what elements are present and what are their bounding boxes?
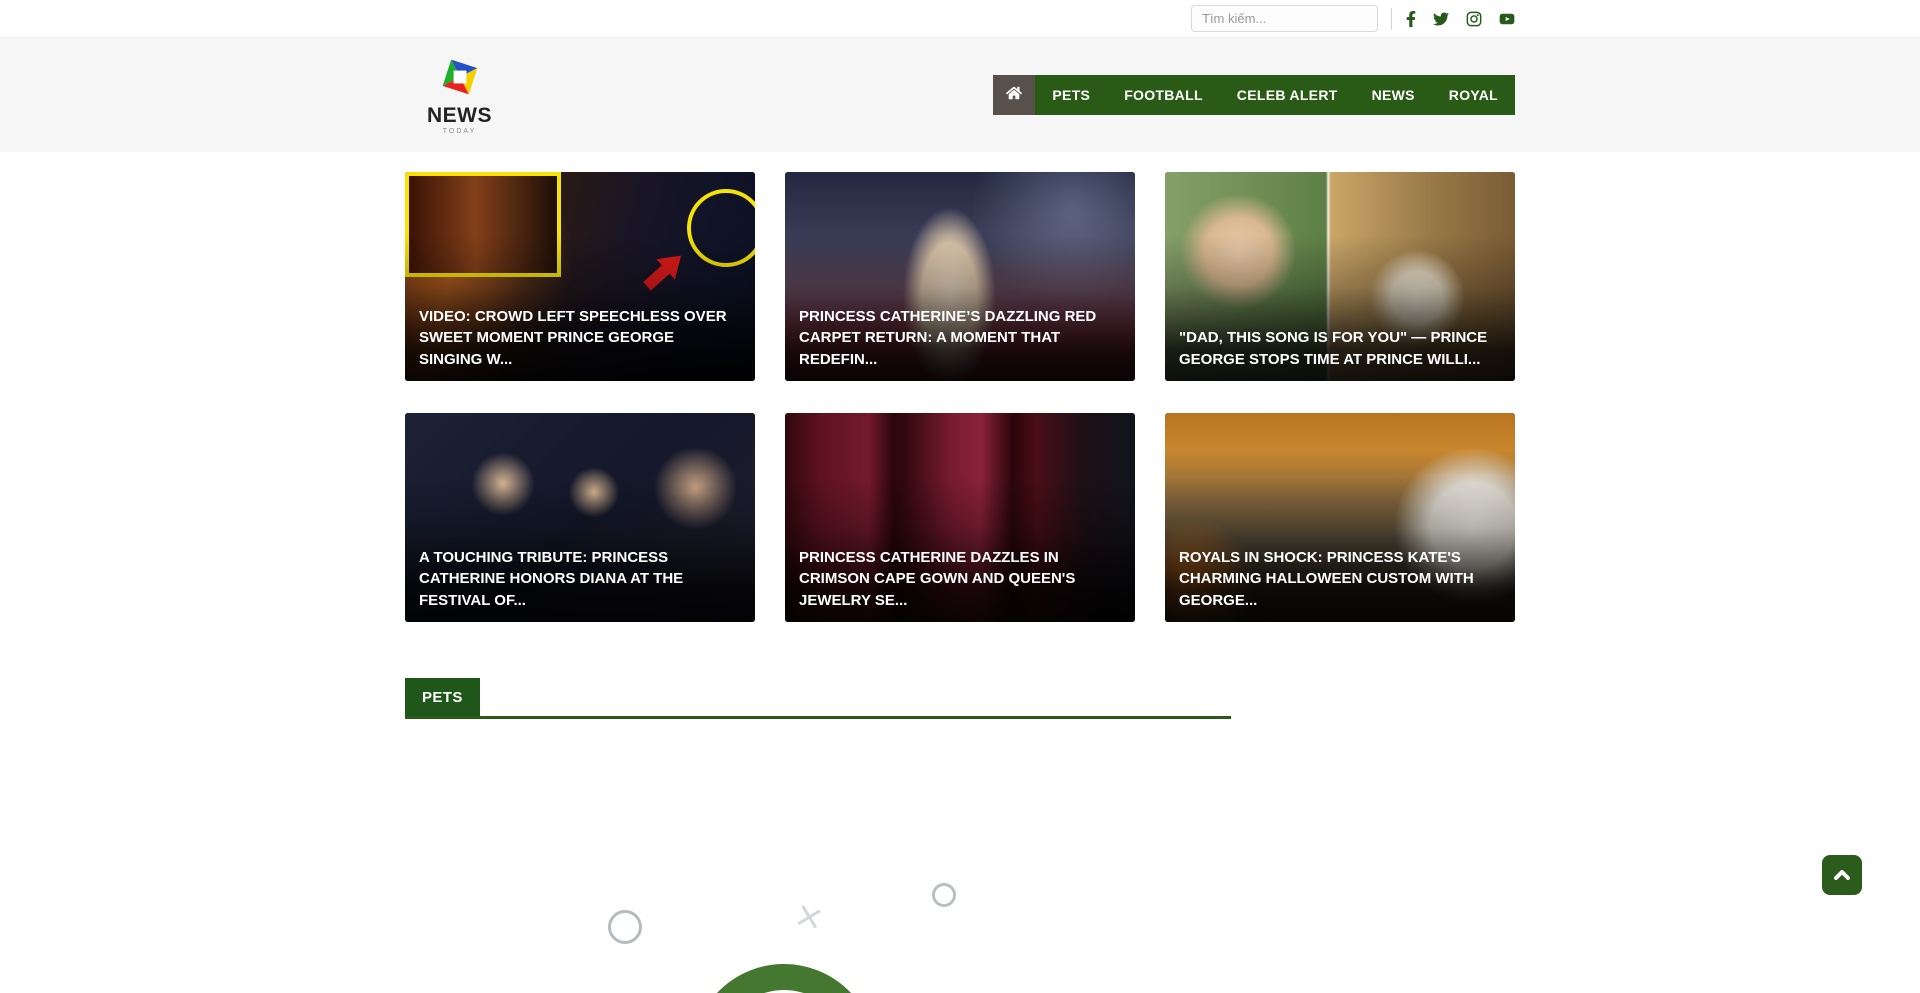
nav-item-news[interactable]: NEWS <box>1355 75 1432 115</box>
decorative-circle <box>608 910 642 944</box>
home-icon <box>1006 85 1022 106</box>
topbar-divider <box>1391 8 1392 30</box>
article-title: "DAD, THIS SONG IS FOR YOU" — PRINCE GEO… <box>1165 319 1515 381</box>
article-card[interactable]: "DAD, THIS SONG IS FOR YOU" — PRINCE GEO… <box>1165 172 1515 381</box>
article-title: VIDEO: CROWD LEFT SPEECHLESS OVER SWEET … <box>405 298 755 381</box>
nav-item-celeb-alert[interactable]: CELEB ALERT <box>1220 75 1355 115</box>
decorative-x <box>793 901 825 933</box>
nav-item-pets[interactable]: PETS <box>1035 75 1107 115</box>
nav-home-button[interactable] <box>993 75 1035 115</box>
page: NEWS TODAY PETS FOOTBALL CELEB ALERT NEW… <box>0 0 1920 993</box>
twitter-icon[interactable] <box>1433 11 1449 27</box>
pets-section-header: PETS <box>405 678 1231 719</box>
search-form <box>1191 5 1378 32</box>
article-card[interactable]: A TOUCHING TRIBUTE: PRINCESS CATHERINE H… <box>405 413 755 622</box>
loader-ring <box>692 964 876 993</box>
nav-item-royal[interactable]: ROYAL <box>1432 75 1515 115</box>
social-links <box>1406 11 1515 27</box>
logo-title: NEWS <box>427 105 492 126</box>
chevron-up-icon <box>1834 868 1850 883</box>
pets-section-label[interactable]: PETS <box>405 678 480 716</box>
article-card[interactable]: PRINCESS CATHERINE’S DAZZLING RED CARPET… <box>785 172 1135 381</box>
article-title: ROYALS IN SHOCK: PRINCESS KATE'S CHARMIN… <box>1165 539 1515 622</box>
main-nav: PETS FOOTBALL CELEB ALERT NEWS ROYAL <box>993 75 1515 115</box>
facebook-icon[interactable] <box>1406 11 1416 27</box>
article-card[interactable]: VIDEO: CROWD LEFT SPEECHLESS OVER SWEET … <box>405 172 755 381</box>
nav-item-football[interactable]: FOOTBALL <box>1107 75 1220 115</box>
logo-diamond-icon <box>438 55 482 104</box>
logo-subtitle: TODAY <box>443 128 476 135</box>
article-card[interactable]: PRINCESS CATHERINE DAZZLES IN CRIMSON CA… <box>785 413 1135 622</box>
main-content: VIDEO: CROWD LEFT SPEECHLESS OVER SWEET … <box>405 172 1515 719</box>
featured-grid: VIDEO: CROWD LEFT SPEECHLESS OVER SWEET … <box>405 172 1515 622</box>
youtube-icon[interactable] <box>1499 11 1515 27</box>
scroll-to-top-button[interactable] <box>1822 855 1862 895</box>
instagram-icon[interactable] <box>1466 11 1482 27</box>
article-title: PRINCESS CATHERINE DAZZLES IN CRIMSON CA… <box>785 539 1135 622</box>
article-title: A TOUCHING TRIBUTE: PRINCESS CATHERINE H… <box>405 539 755 622</box>
article-title: PRINCESS CATHERINE’S DAZZLING RED CARPET… <box>785 298 1135 381</box>
article-card[interactable]: ROYALS IN SHOCK: PRINCESS KATE'S CHARMIN… <box>1165 413 1515 622</box>
top-bar <box>0 0 1920 38</box>
site-logo[interactable]: NEWS TODAY <box>427 55 492 135</box>
decorative-circle <box>932 883 956 907</box>
search-input[interactable] <box>1192 11 1378 26</box>
header: NEWS TODAY PETS FOOTBALL CELEB ALERT NEW… <box>0 38 1920 152</box>
